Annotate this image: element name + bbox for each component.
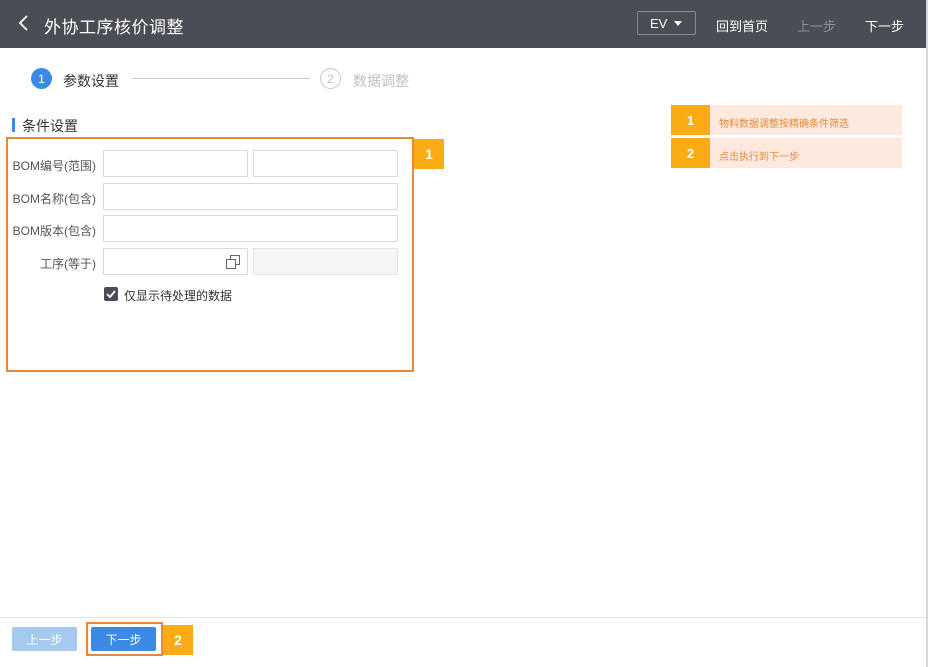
bom-version-input[interactable] [103, 215, 398, 242]
legend-item-2: 2 点击执行到下一步 [671, 138, 902, 168]
legend-item-1: 1 物料数据调整按精确条件筛选 [671, 105, 902, 135]
bom-version-label: BOM版本(包含) [12, 224, 96, 238]
header-next-link[interactable]: 下一步 [865, 16, 904, 35]
only-pending-label[interactable]: 仅显示待处理的数据 [124, 287, 232, 304]
bom-code-to-input[interactable] [253, 150, 398, 177]
header-bar: 外协工序核价调整 EV 回到首页 上一步 下一步 [0, 0, 926, 48]
home-link[interactable]: 回到首页 [716, 16, 768, 35]
lookup-icon[interactable] [225, 254, 241, 270]
legend-number-2: 2 [671, 138, 710, 168]
bom-code-label: BOM编号(范围) [12, 159, 96, 173]
header-prev-link[interactable]: 上一步 [797, 16, 836, 35]
step-2-indicator: 2 [320, 68, 341, 89]
checkmark-icon [106, 290, 116, 299]
process-name-display [253, 248, 398, 275]
page: 外协工序核价调整 EV 回到首页 上一步 下一步 1 参数设置 2 数据调整 条… [0, 0, 928, 667]
legend-number-1: 1 [671, 105, 710, 135]
step-1-indicator: 1 [31, 68, 52, 89]
ev-dropdown-value: EV [650, 15, 668, 31]
back-arrow-icon[interactable] [14, 12, 36, 34]
legend-text-2: 点击执行到下一步 [719, 152, 799, 163]
section-title: 条件设置 [12, 116, 78, 136]
prev-step-button[interactable]: 上一步 [12, 627, 77, 651]
annotation-badge-1: 1 [414, 139, 444, 169]
step-connector [132, 78, 310, 79]
step-1-label: 参数设置 [63, 73, 119, 89]
bom-name-label: BOM名称(包含) [12, 192, 96, 206]
bom-code-from-input[interactable] [103, 150, 248, 177]
next-step-button[interactable]: 下一步 [91, 627, 156, 651]
caret-down-icon [674, 20, 683, 26]
process-label: 工序(等于) [40, 257, 96, 271]
step-2-label: 数据调整 [353, 73, 409, 89]
process-input[interactable] [103, 248, 248, 275]
bom-name-input[interactable] [103, 183, 398, 210]
legend-text-1: 物料数据调整按精确条件筛选 [719, 119, 849, 130]
ev-dropdown[interactable]: EV [637, 11, 696, 35]
only-pending-checkbox[interactable] [104, 287, 118, 301]
annotation-badge-2: 2 [163, 625, 193, 655]
page-title: 外协工序核价调整 [44, 18, 184, 37]
